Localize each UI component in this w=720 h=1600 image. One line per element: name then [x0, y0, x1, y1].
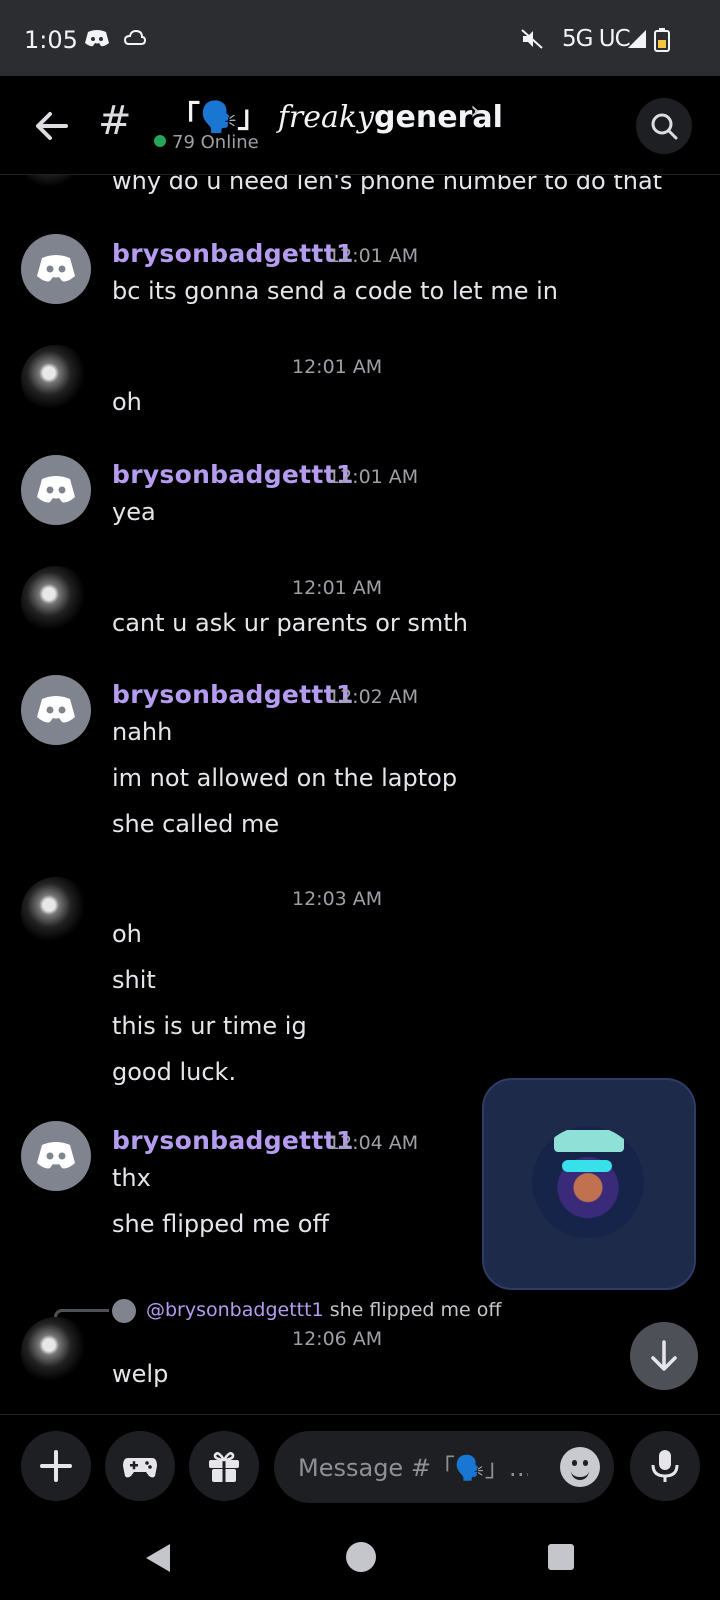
timestamp: 12:01 AM	[292, 577, 383, 599]
avatar[interactable]	[21, 234, 91, 304]
message-text: oh	[112, 388, 142, 416]
avatar[interactable]	[21, 877, 91, 947]
hat-shape	[554, 1130, 624, 1152]
nav-back-button[interactable]	[146, 1544, 170, 1572]
message-text: welp	[112, 1360, 169, 1388]
message-text: shit	[112, 966, 156, 994]
message-text: this is ur time ig	[112, 1012, 307, 1040]
timestamp: 12:02 AM	[328, 686, 419, 708]
add-button[interactable]	[21, 1431, 91, 1501]
arrow-down-icon	[651, 1340, 677, 1371]
microphone-icon	[651, 1450, 679, 1482]
avatar[interactable]	[21, 1317, 91, 1387]
reply-preview[interactable]: @brysonbadgettt1 she flipped me off	[146, 1299, 501, 1321]
online-count: 79 Online	[154, 132, 259, 153]
channel-prefix: 「🗣️」	[170, 100, 268, 135]
reply-mention[interactable]: @brysonbadgettt1	[146, 1299, 324, 1321]
avatar[interactable]	[21, 566, 91, 636]
gift-icon	[209, 1452, 239, 1482]
message-text: yea	[112, 498, 156, 526]
hash-icon: #	[98, 98, 132, 144]
timestamp: 12:01 AM	[328, 466, 419, 488]
discord-icon	[37, 1142, 75, 1169]
username[interactable]: brysonbadgettt1	[112, 1126, 354, 1155]
back-button[interactable]	[30, 104, 74, 148]
floating-avatar-widget[interactable]	[482, 1078, 696, 1290]
message-text: nahh	[112, 718, 173, 746]
message-text: thx	[112, 1164, 151, 1192]
channel-title[interactable]: 「🗣️」 freakygeneral	[170, 92, 503, 136]
chevron-right-icon[interactable]: ›	[470, 96, 480, 126]
avatar[interactable]	[21, 455, 91, 525]
message-text: cant u ask ur parents or smth	[112, 609, 468, 637]
avatar[interactable]	[21, 675, 91, 745]
search-icon	[651, 113, 678, 140]
battery-icon	[654, 28, 670, 58]
timestamp: 12:06 AM	[292, 1328, 383, 1350]
avatar	[532, 1126, 644, 1238]
message-text: she called me	[112, 810, 280, 838]
avatar[interactable]	[21, 1121, 91, 1191]
timestamp: 12:04 AM	[328, 1132, 419, 1154]
gift-button[interactable]	[189, 1431, 259, 1501]
visor-shape	[562, 1160, 612, 1172]
online-text: 79 Online	[172, 132, 259, 153]
avatar[interactable]	[21, 175, 91, 193]
gamepad-icon	[123, 1458, 157, 1478]
username[interactable]: brysonbadgettt1	[112, 680, 354, 709]
username[interactable]: brysonbadgettt1	[112, 239, 354, 268]
message-text: oh	[112, 920, 142, 948]
timestamp: 12:01 AM	[328, 245, 419, 267]
emoji-mouth	[571, 1469, 589, 1480]
reply-snippet: she flipped me off	[329, 1299, 502, 1321]
discord-icon	[37, 476, 75, 503]
cloud-icon	[123, 28, 147, 53]
message-text: she flipped me off	[112, 1210, 329, 1238]
activities-button[interactable]	[105, 1431, 175, 1501]
status-bar: 1:05 5G UC	[0, 0, 720, 76]
nav-home-button[interactable]	[346, 1542, 376, 1572]
message-input-container[interactable]	[274, 1431, 614, 1503]
channel-name: general	[374, 100, 503, 135]
discord-icon	[84, 28, 110, 54]
message-text: bc its gonna send a code to let me in	[112, 277, 558, 305]
discord-icon	[37, 255, 75, 282]
search-button[interactable]	[636, 98, 692, 154]
message-text: good luck.	[112, 1058, 237, 1086]
message-text: im not allowed on the laptop	[112, 764, 458, 792]
network-type: 5G UC	[562, 26, 631, 52]
reply-avatar	[112, 1299, 136, 1323]
jump-to-bottom-button[interactable]	[630, 1322, 698, 1390]
nav-recents-button[interactable]	[548, 1544, 574, 1570]
avatar[interactable]	[21, 345, 91, 415]
arrow-left-icon	[36, 112, 68, 140]
mute-icon	[520, 28, 544, 56]
timestamp: 12:01 AM	[292, 356, 383, 378]
voice-message-button[interactable]	[630, 1431, 700, 1501]
status-time: 1:05	[24, 26, 78, 54]
signal-icon	[626, 28, 648, 56]
online-dot	[154, 135, 166, 147]
message-text: why do u need len's phone number to do t…	[112, 175, 663, 195]
channel-fancy-text: freaky	[277, 100, 375, 135]
plus-icon	[40, 1450, 72, 1482]
timestamp: 12:03 AM	[292, 888, 383, 910]
discord-icon	[37, 696, 75, 723]
message-composer	[0, 1414, 720, 1515]
emoji-icon[interactable]	[560, 1447, 600, 1487]
system-navigation-bar	[0, 1514, 720, 1600]
username[interactable]: brysonbadgettt1	[112, 460, 354, 489]
message-input[interactable]	[296, 1447, 530, 1489]
channel-header: # 「🗣️」 freakygeneral › 79 Online	[0, 76, 720, 175]
